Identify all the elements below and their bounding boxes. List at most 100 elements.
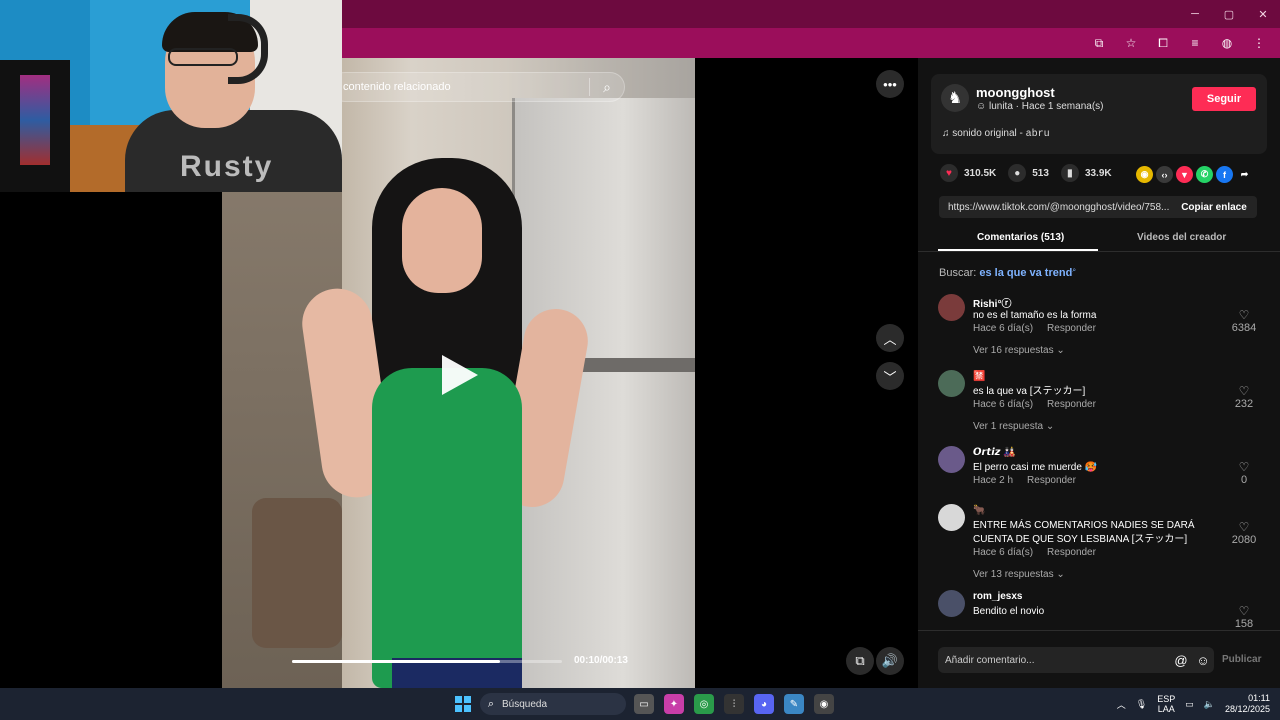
reply-button[interactable]: Responder	[1047, 547, 1096, 558]
comment-bubble-icon[interactable]: ●	[1008, 164, 1027, 182]
windows-taskbar: ⌕ Búsqueda ▭ ✦ ◎ ⫶ ◕ ✎ ◉ ︿ 🎙 ESP LAA ▭ 🔈 …	[0, 688, 1280, 720]
more-options-icon[interactable]: •••	[876, 70, 904, 98]
heart-outline-icon[interactable]: ♡	[1224, 460, 1264, 474]
comment-like[interactable]: ♡ 232	[1224, 384, 1264, 410]
search-suggestion-keyword[interactable]: es la que va trend	[979, 267, 1072, 279]
video-url[interactable]: https://www.tiktok.com/@moongghost/video…	[939, 202, 1171, 213]
taskbar-search[interactable]: ⌕ Búsqueda	[480, 693, 626, 715]
comment-username[interactable]: 𝙊𝙧𝙩𝙞𝙯 🎎	[973, 447, 1016, 458]
comment-avatar[interactable]	[938, 590, 965, 617]
microphone-icon[interactable]: 🎙	[1136, 699, 1147, 710]
copilot-icon[interactable]: ✦	[664, 694, 684, 714]
view-replies-button[interactable]: Ver 13 respuestas ⌄	[973, 569, 1065, 580]
discord-icon[interactable]: ◕	[754, 694, 774, 714]
publish-button[interactable]: Publicar	[1222, 654, 1261, 665]
media-controls-icon[interactable]: ≡	[1184, 33, 1206, 53]
taskbar-apps: ▭ ✦ ◎ ⫶ ◕ ✎ ◉	[634, 694, 834, 714]
comment-like-count: 6384	[1231, 322, 1257, 334]
windows-start-icon[interactable]	[455, 696, 471, 712]
comment-time: Hace 6 día(s)	[973, 399, 1034, 410]
clock[interactable]: 01:11 28/12/2025	[1225, 693, 1270, 715]
sound-info[interactable]: ♫ sonido original - abru	[942, 128, 1050, 140]
comment-avatar[interactable]	[938, 504, 965, 531]
like-stat[interactable]: ♥ 310.5K	[940, 164, 996, 182]
author-name[interactable]: moongghost	[976, 85, 1055, 100]
emoji-icon[interactable]: ☺	[1192, 653, 1214, 668]
related-search-bar[interactable]: contenido relacionado ⌕	[330, 72, 625, 102]
profile-avatar-icon[interactable]: ◍	[1216, 33, 1238, 53]
extensions-icon[interactable]: ⧠	[1152, 33, 1174, 53]
embed-icon[interactable]: ‹›	[1156, 166, 1173, 183]
reply-button[interactable]: Responder	[1047, 323, 1096, 334]
next-video-chevron-down-icon[interactable]: ﹀	[876, 362, 904, 390]
comment-avatar[interactable]	[938, 294, 965, 321]
view-replies-button[interactable]: Ver 16 respuestas ⌄	[973, 345, 1065, 356]
reply-button[interactable]: Responder	[1027, 475, 1076, 486]
speaker-icon[interactable]: 🔈	[1204, 699, 1215, 710]
volume-icon[interactable]: 🔊	[876, 647, 904, 675]
comment-text: ENTRE MÁS COMENTARIOS NADIES SE DARÁ CUE…	[973, 520, 1195, 545]
tab-creator-videos[interactable]: Videos del creador	[1137, 232, 1226, 243]
menu-kebab-icon[interactable]: ⋮	[1248, 33, 1270, 53]
network-icon[interactable]: ▭	[1185, 699, 1194, 710]
tray-chevron-up-icon[interactable]: ︿	[1117, 698, 1126, 711]
minimize-button[interactable]: ─	[1178, 0, 1212, 28]
language-indicator[interactable]: ESP LAA	[1157, 694, 1175, 714]
like-count: 310.5K	[964, 167, 997, 179]
save-stat[interactable]: ▮ 33.9K	[1060, 164, 1112, 182]
paint-icon[interactable]: ✎	[784, 694, 804, 714]
heart-outline-icon[interactable]: ♡	[1224, 384, 1264, 398]
view-replies-button[interactable]: Ver 1 respuesta ⌄	[973, 421, 1054, 432]
comment-input[interactable]: Añadir comentario... @ ☺	[938, 647, 1214, 673]
comment-like[interactable]: ♡ 0	[1224, 460, 1264, 486]
heart-outline-icon[interactable]: ♡	[1224, 308, 1264, 322]
heart-outline-icon[interactable]: ♡	[1224, 604, 1264, 618]
related-search-placeholder: contenido relacionado	[343, 81, 451, 93]
bookmark-icon[interactable]: ▮	[1060, 164, 1079, 182]
comment-avatar[interactable]	[938, 370, 965, 397]
heart-icon[interactable]: ♥	[940, 164, 958, 182]
comment-username[interactable]: 🈲	[973, 371, 985, 382]
search-icon[interactable]: ⌕	[590, 79, 624, 96]
comment-text: El perro casi me muerde 🥵	[973, 462, 1098, 473]
comment-username[interactable]: rom_jesxs	[973, 591, 1022, 602]
comment-text: es la que va [ステッカー]	[973, 386, 1086, 397]
comment-like[interactable]: ♡ 6384	[1224, 308, 1264, 334]
video-progress-bar[interactable]	[292, 660, 562, 663]
play-icon[interactable]	[442, 355, 478, 395]
mention-icon[interactable]: @	[1170, 653, 1192, 668]
obs-icon[interactable]: ◉	[814, 694, 834, 714]
comment-like[interactable]: ♡ 2080	[1224, 520, 1264, 546]
chrome-icon[interactable]: ◎	[694, 694, 714, 714]
previous-video-chevron-up-icon[interactable]: ︿	[876, 324, 904, 352]
install-app-icon[interactable]: ⧉	[1088, 33, 1110, 53]
coin-icon[interactable]: ◉	[1136, 166, 1153, 183]
whatsapp-icon[interactable]: ✆	[1196, 166, 1213, 183]
share-arrow-icon[interactable]: ➦	[1236, 166, 1253, 183]
maximize-button[interactable]: ▢	[1212, 0, 1246, 28]
picture-in-picture-icon[interactable]: ⧉	[846, 647, 874, 675]
comment-stat[interactable]: ● 513	[1008, 164, 1049, 182]
tab-comments[interactable]: Comentarios (513)	[977, 232, 1064, 243]
comment-text: Bendito el novio	[973, 606, 1045, 617]
comment-username[interactable]: 🐂	[973, 505, 985, 516]
heart-outline-icon[interactable]: ♡	[1224, 520, 1264, 534]
copy-link-button[interactable]: Copiar enlace	[1171, 202, 1257, 213]
comment-username[interactable]: Rishi°ⓡ	[973, 295, 1011, 310]
close-button[interactable]: ✕	[1246, 0, 1280, 28]
search-suggestion[interactable]: Buscar: es la que va trend⌕	[939, 267, 1076, 279]
share-icons: ◉ ‹› ▼ ✆ f ➦	[1136, 166, 1253, 183]
send-icon[interactable]: ▼	[1176, 166, 1193, 183]
comment-meta: Hace 2 h Responder	[973, 475, 1076, 486]
comment-avatar[interactable]	[938, 446, 965, 473]
comment-time: Hace 6 día(s)	[973, 323, 1034, 334]
task-view-icon[interactable]: ▭	[634, 694, 654, 714]
person-face	[402, 188, 482, 293]
facebook-icon[interactable]: f	[1216, 166, 1233, 183]
follow-button[interactable]: Seguir	[1192, 87, 1256, 111]
reply-button[interactable]: Responder	[1047, 399, 1096, 410]
comment-like[interactable]: ♡ 158	[1224, 604, 1264, 630]
capcut-icon[interactable]: ⫶	[724, 694, 744, 714]
bookmark-star-icon[interactable]: ☆	[1120, 33, 1142, 53]
author-avatar[interactable]: ♞	[941, 84, 969, 112]
